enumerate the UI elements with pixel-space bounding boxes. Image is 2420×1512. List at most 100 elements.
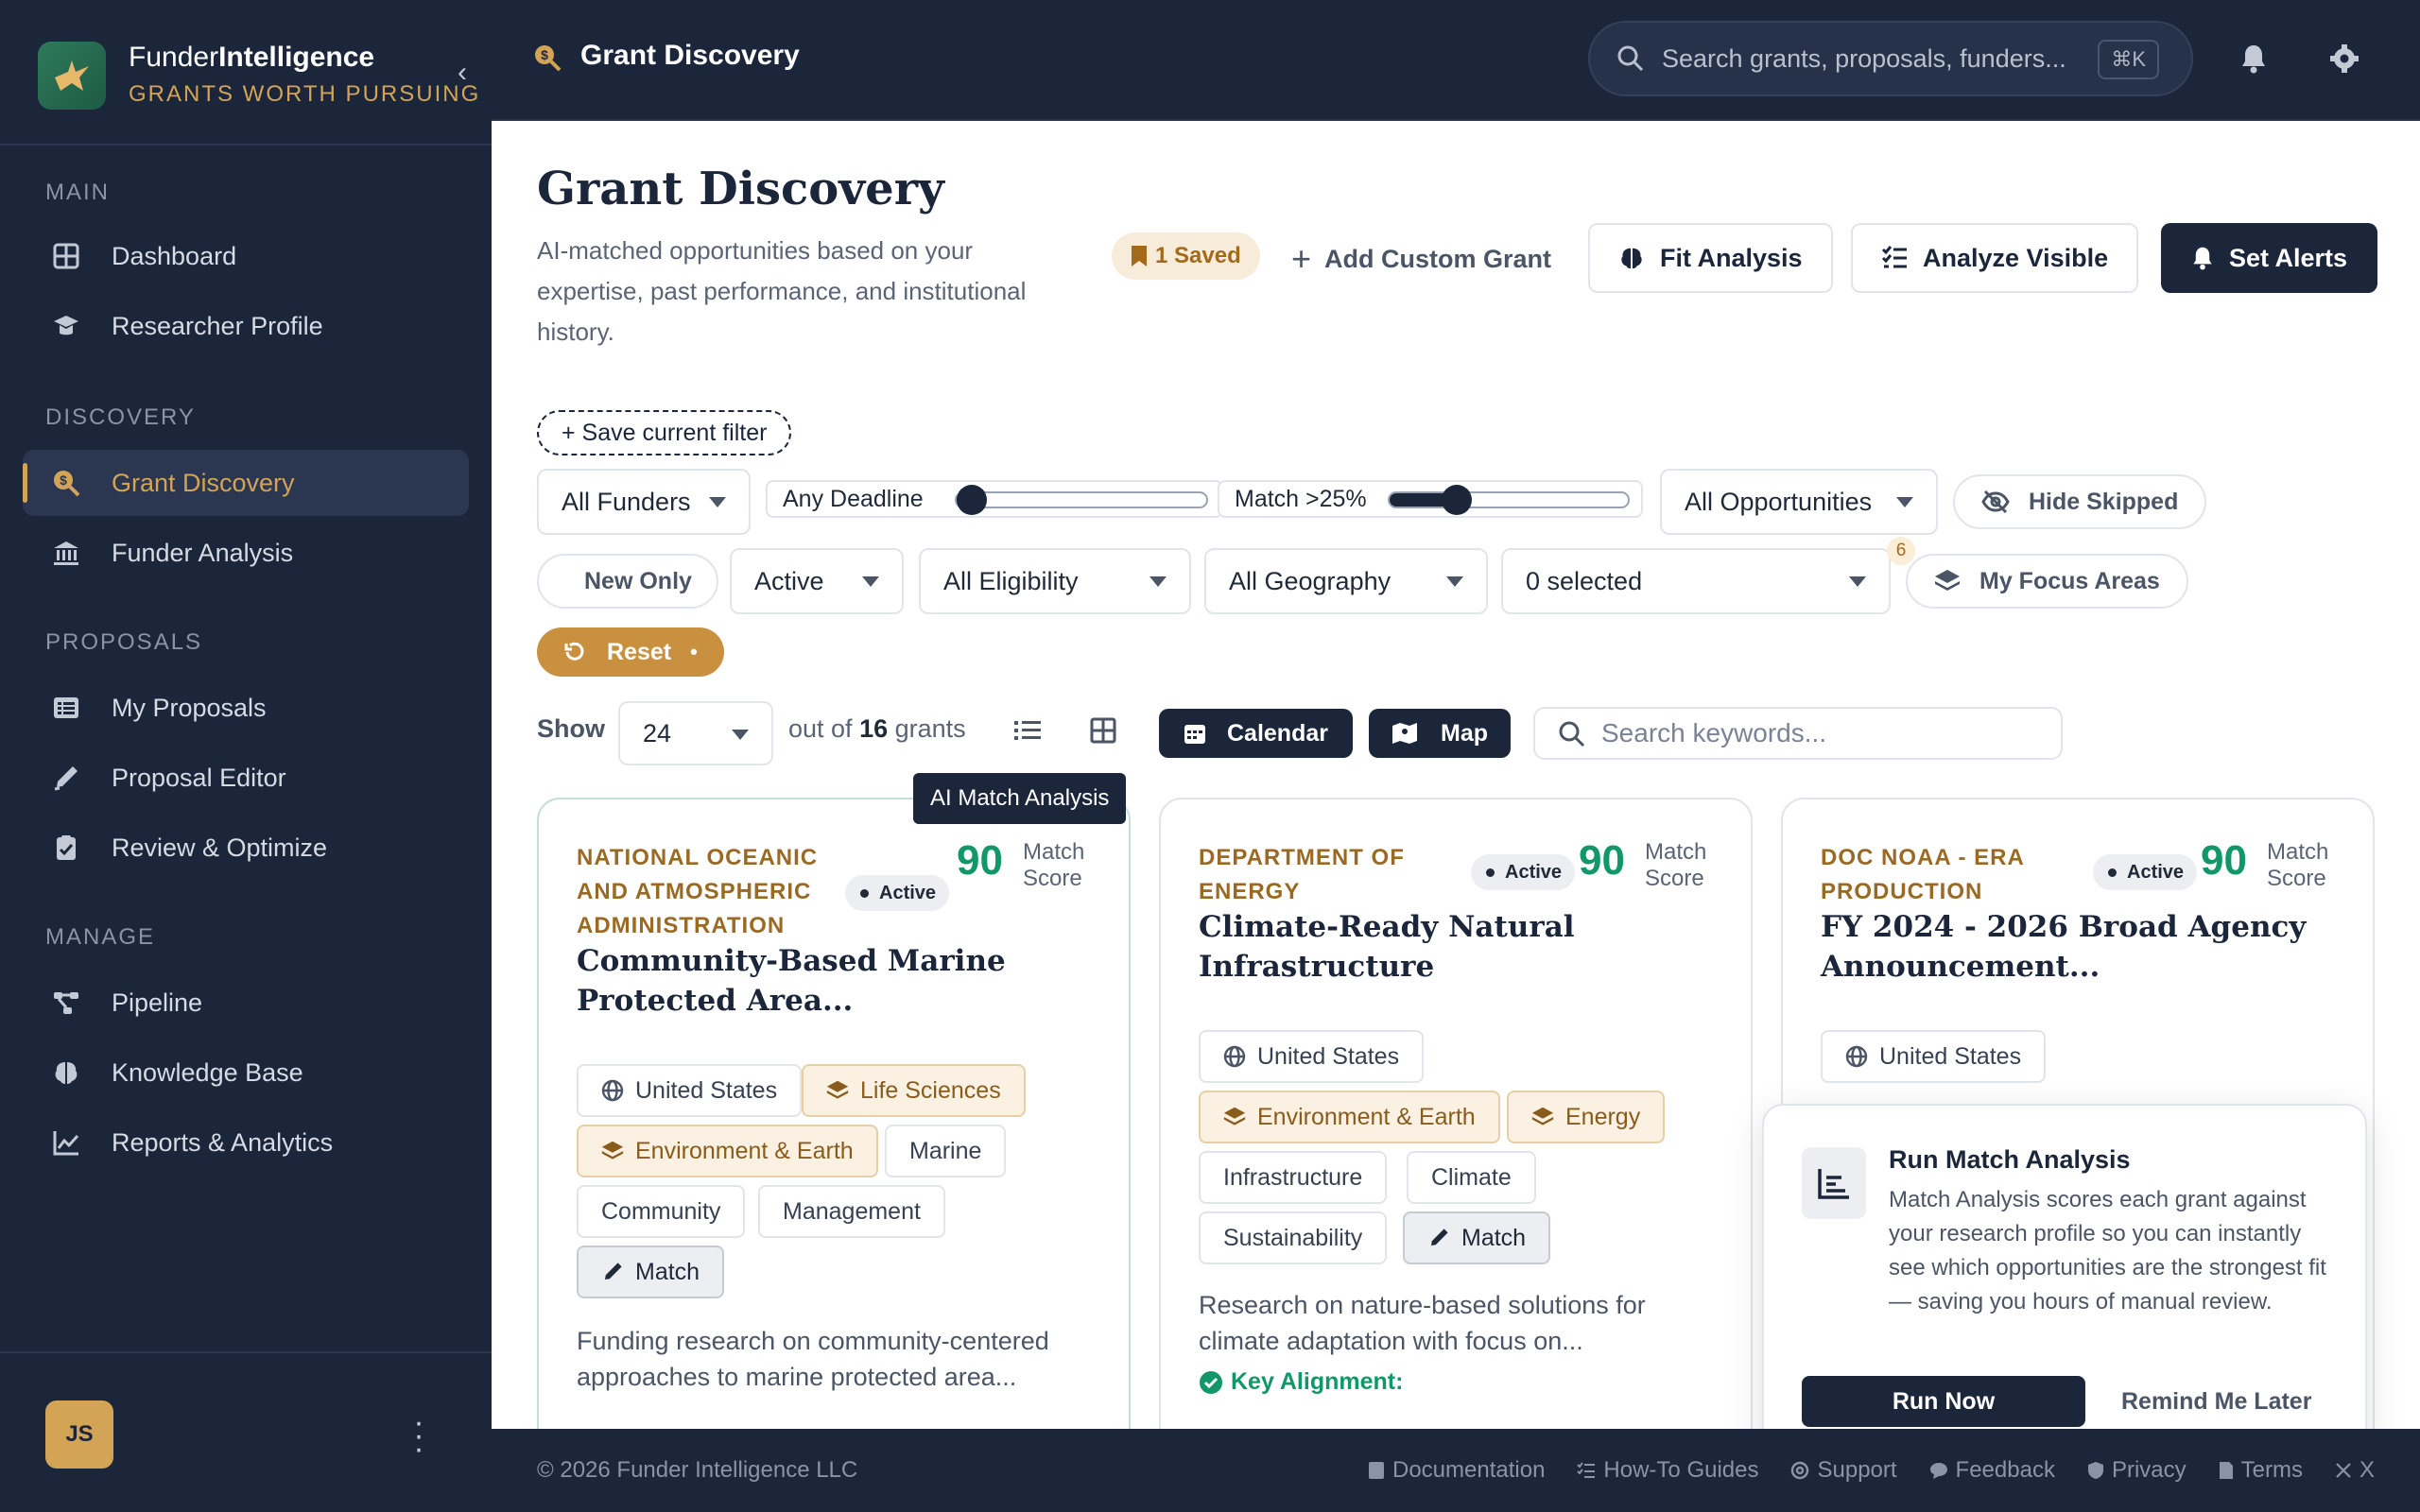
eligibility-select[interactable]: All Eligibility: [919, 548, 1191, 614]
section-main: MAIN: [45, 180, 110, 205]
tag-keyword: Sustainability: [1199, 1211, 1388, 1264]
reset-filters-button[interactable]: Reset •: [537, 627, 724, 677]
fit-analysis-button[interactable]: Fit Analysis: [1588, 223, 1833, 293]
footer-link-feedback[interactable]: Feedback: [1929, 1457, 2055, 1484]
add-custom-grant-button[interactable]: + Add Custom Grant: [1291, 232, 1551, 285]
pen-icon: [1427, 1227, 1450, 1249]
brand: FunderIntelligence GRANTS WORTH PURSUING…: [0, 0, 492, 146]
map-button[interactable]: Map: [1369, 709, 1511, 758]
set-alerts-button[interactable]: Set Alerts: [2161, 223, 2378, 293]
sidebar-item-label: Funder Analysis: [112, 538, 294, 567]
support-icon: [1790, 1461, 1809, 1480]
collapse-sidebar-icon[interactable]: ‹: [458, 59, 480, 89]
avatar[interactable]: JS: [45, 1400, 113, 1469]
sidebar-item-pipeline[interactable]: Pipeline: [23, 970, 469, 1036]
sidebar-item-grant-discovery[interactable]: $ Grant Discovery: [23, 450, 469, 516]
status-select[interactable]: Active: [730, 548, 904, 614]
global-search-input[interactable]: Search grants, proposals, funders... ⌘K: [1588, 21, 2193, 96]
user-name: · · · ·: [132, 1414, 178, 1437]
match-slider-track[interactable]: [1388, 485, 1630, 515]
focus-areas-select[interactable]: 0 selected: [1501, 548, 1891, 614]
sidebar-item-label: My Proposals: [112, 693, 267, 722]
sidebar-item-researcher-profile[interactable]: Researcher Profile: [23, 293, 469, 359]
sidebar-item-reports-analytics[interactable]: Reports & Analytics: [23, 1109, 469, 1176]
sidebar-item-funder-analysis[interactable]: Funder Analysis: [23, 520, 469, 586]
deadline-slider-handle[interactable]: [957, 485, 987, 515]
bell-icon[interactable]: [2235, 40, 2273, 77]
keyword-search-input[interactable]: Search keywords...: [1533, 707, 2063, 760]
calendar-button[interactable]: Calendar: [1159, 709, 1353, 758]
popover-title: Run Match Analysis: [1889, 1145, 2131, 1174]
sidebar: FunderIntelligence GRANTS WORTH PURSUING…: [0, 0, 492, 1512]
shield-icon: [2087, 1461, 2104, 1480]
match-tag-button[interactable]: Match: [577, 1246, 725, 1298]
footer-links: Documentation How-To Guides Support Feed…: [1336, 1457, 2375, 1484]
sidebar-item-dashboard[interactable]: Dashboard: [23, 223, 469, 289]
footer-link-how-to[interactable]: How-To Guides: [1577, 1457, 1758, 1484]
match-slider[interactable]: Match >25%: [1218, 480, 1643, 518]
geography-select[interactable]: All Geography: [1204, 548, 1488, 614]
per-page-select[interactable]: 24: [618, 701, 773, 765]
sidebar-item-label: Reports & Analytics: [112, 1127, 334, 1157]
grant-card[interactable]: NATIONAL OCEANIC AND ATMOSPHERIC ADMINIS…: [537, 798, 1131, 1429]
sidebar-item-label: Dashboard: [112, 241, 237, 270]
footer-link-support[interactable]: Support: [1790, 1457, 1897, 1484]
opportunities-select[interactable]: All Opportunities: [1660, 469, 1938, 535]
save-current-filter-button[interactable]: + Save current filter: [537, 410, 792, 455]
match-score-label: Match Score: [2267, 839, 2329, 891]
footer-link-documentation[interactable]: Documentation: [1368, 1457, 1545, 1484]
sidebar-item-my-proposals[interactable]: My Proposals: [23, 675, 469, 741]
header-title: Grant Discovery: [580, 40, 800, 71]
status-badge: Active: [845, 875, 950, 911]
sidebar-item-proposal-editor[interactable]: Proposal Editor: [23, 745, 469, 811]
bookmark-icon: [1131, 245, 1148, 267]
card-title[interactable]: Community-Based Marine Protected Area...: [577, 941, 1106, 1021]
list-view-icon[interactable]: [1011, 714, 1044, 747]
grid-icon: [49, 239, 83, 273]
key-alignment-label: Key Alignment:: [1199, 1368, 1403, 1396]
layers-icon: [1531, 1106, 1554, 1128]
dot-indicator: •: [690, 640, 698, 663]
gear-icon[interactable]: [2325, 40, 2363, 77]
tag-keyword: Climate: [1407, 1151, 1536, 1204]
check-circle-icon: [1199, 1370, 1223, 1395]
card-agency: NATIONAL OCEANIC AND ATMOSPHERIC ADMINIS…: [577, 845, 819, 938]
new-only-toggle[interactable]: New Only: [537, 554, 718, 609]
chevron-down-icon: [862, 576, 879, 587]
page-subtitle: AI-matched opportunities based on your e…: [537, 236, 1027, 346]
saved-count-badge[interactable]: 1 Saved: [1112, 232, 1260, 280]
analyze-visible-button[interactable]: Analyze Visible: [1851, 223, 2139, 293]
card-agency: DEPARTMENT OF ENERGY: [1199, 845, 1405, 904]
more-options-icon[interactable]: · · ·: [412, 1406, 425, 1465]
chat-icon: [1929, 1461, 1948, 1480]
footer-link-x[interactable]: X: [2335, 1457, 2375, 1484]
checklist-icon: [1881, 245, 1908, 271]
match-score: 90: [2201, 837, 2247, 884]
match-slider-handle[interactable]: [1442, 485, 1472, 515]
hide-skipped-button[interactable]: Hide Skipped: [1953, 474, 2207, 529]
funders-select[interactable]: All Funders: [537, 469, 751, 535]
card-title[interactable]: Climate-Ready Natural Infrastructure: [1199, 907, 1728, 987]
sidebar-item-knowledge-base[interactable]: Knowledge Base: [23, 1040, 469, 1106]
footer-link-privacy[interactable]: Privacy: [2087, 1457, 2187, 1484]
grid-view-icon[interactable]: [1087, 714, 1119, 747]
brand-tagline: GRANTS WORTH PURSUING: [129, 81, 481, 107]
grant-card[interactable]: DEPARTMENT OF ENERGY Active 90 Match Sco…: [1159, 798, 1753, 1429]
globe-icon: [601, 1079, 624, 1102]
run-now-button[interactable]: Run Now: [1802, 1376, 2085, 1427]
sidebar-item-label: Review & Optimize: [112, 833, 328, 862]
card-title[interactable]: FY 2024 - 2026 Broad Agency Announcement…: [1821, 907, 2350, 987]
card-description: Research on nature-based solutions for c…: [1199, 1291, 1646, 1355]
match-tag-button[interactable]: Match: [1403, 1211, 1551, 1264]
pen-icon: [49, 761, 83, 795]
remind-later-button[interactable]: Remind Me Later: [2121, 1376, 2311, 1427]
page-title: Grant Discovery: [537, 163, 944, 215]
deadline-slider-track[interactable]: [955, 485, 1208, 515]
footer-link-terms[interactable]: Terms: [2219, 1457, 2303, 1484]
brand-logo-icon[interactable]: [38, 42, 106, 110]
sidebar-item-review-optimize[interactable]: Review & Optimize: [23, 815, 469, 881]
deadline-slider[interactable]: Any Deadline: [766, 480, 1223, 518]
my-focus-areas-button[interactable]: My Focus Areas: [1906, 554, 2188, 609]
layers-icon: [1934, 568, 1961, 594]
chevron-down-icon: [709, 497, 726, 507]
